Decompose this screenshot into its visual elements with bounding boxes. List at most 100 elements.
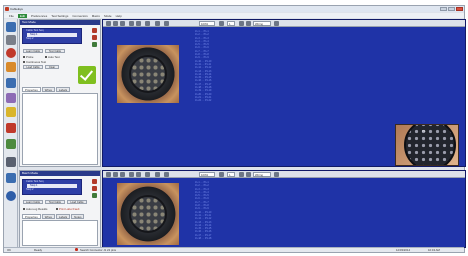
connector-icon[interactable] [6,48,16,58]
menu-test-settings[interactable]: Test Settings [51,14,68,18]
wire-entry: J1-18 .... P1-18 [195,237,212,241]
mode-select[interactable]: Wiring [253,172,271,177]
probe-icon[interactable] [6,93,16,103]
auto-test-option[interactable]: Auto Test [45,55,60,59]
erase-icon[interactable] [6,123,16,133]
font-icon[interactable] [136,21,141,26]
continuous-test-option[interactable]: Continuous Test [23,60,46,64]
tab-properties[interactable]: Properties [22,214,41,219]
option-label: Print Label Fault [59,207,80,211]
menu-help[interactable]: Help [116,14,122,18]
tab-wires[interactable]: Wires [41,87,55,92]
chevron-left-icon[interactable] [239,172,244,177]
tab-labels[interactable]: Labels [55,214,71,219]
load-cable-button[interactable]: Load Cable [67,200,87,204]
test-icon[interactable] [6,22,16,32]
add-step-icon[interactable] [92,179,97,184]
tab-wires[interactable]: Wires [41,214,55,219]
viewer-toolbar: 100% 1 Wiring [103,171,465,178]
fit-icon[interactable] [219,21,224,26]
wire-list: J1-1 .... P1-1 J1-2 .... P1-2 J1-3 .... … [195,181,211,240]
pass-check-icon [78,66,96,84]
sequence-item[interactable]: Step 2 [23,37,81,41]
mode-select[interactable]: Wiring [253,21,271,26]
flip-icon[interactable] [155,21,160,26]
chevron-left-icon[interactable] [239,21,244,26]
record-icon [75,248,78,251]
maximize-button[interactable] [448,7,455,11]
report-icon[interactable] [6,139,16,149]
add-step-icon[interactable] [92,28,97,33]
sequence-list[interactable]: Cable Test Seq Step 1 Step 2 [22,179,82,195]
chevron-right-icon[interactable] [246,21,251,26]
page-field[interactable]: 1 [227,172,235,177]
bottom-connector-viewer: 100% 1 Wiring J1-1 .... P1-1 J1-2 .... P… [102,170,466,248]
panel-header: Test Mode [20,20,100,25]
print-icon[interactable] [6,35,16,45]
properties-area [22,93,98,165]
menu-preferences[interactable]: Preferences [31,14,47,18]
pointer-icon[interactable] [106,172,111,177]
rotate-icon[interactable] [145,21,150,26]
text-icon[interactable] [129,21,134,26]
learn-cable-button[interactable]: Learn Cable [23,49,43,53]
learn-cable-button[interactable]: Learn Cable [23,200,43,204]
settings-small-icon[interactable] [274,21,279,26]
fit-icon[interactable] [219,172,224,177]
close-button[interactable] [456,7,463,11]
clear-button[interactable]: Clear [45,65,59,69]
edit-icon[interactable] [6,62,16,72]
test-cable-button[interactable]: Test Cable [45,200,65,204]
paint-icon[interactable] [6,107,16,117]
tab-labels[interactable]: Labels [55,87,71,92]
connector-photo [117,183,179,245]
arrow-icon[interactable] [6,173,16,183]
run-step-icon[interactable] [92,42,97,47]
test-cable-button[interactable]: Test Cable [45,49,65,53]
menu-bar: File Edit Preferences Test Settings Conn… [4,13,464,18]
page-field[interactable]: 1 [227,21,235,26]
tab-properties[interactable]: Properties [22,87,41,92]
tab-notes[interactable]: Notes [71,214,85,219]
minimize-button[interactable] [440,7,447,11]
load-cable-button[interactable]: Load Cable [23,65,43,69]
left-toolbar [4,19,18,250]
chevron-right-icon[interactable] [246,172,251,177]
run-step-icon[interactable] [92,193,97,198]
connector-disk [404,125,456,165]
app-window: CableEye File Edit Preferences Test Sett… [3,5,466,253]
zoom-out-icon[interactable] [120,172,125,177]
wizard-icon[interactable] [6,78,16,88]
font-icon[interactable] [136,172,141,177]
flip-icon[interactable] [155,172,160,177]
test-mode-panel: Test Mode Cable Test Seq Step 1 Step 2 L… [19,19,101,167]
mating-connector-thumbnail[interactable]: P1 [395,124,459,166]
sequence-item[interactable]: Step 2 [23,188,81,192]
settings-small-icon[interactable] [274,172,279,177]
zoom-in-icon[interactable] [113,21,118,26]
help-icon[interactable] [6,191,16,201]
pointer-icon[interactable] [106,21,111,26]
zoom-field[interactable]: 100% [199,21,215,26]
rotate-icon[interactable] [145,172,150,177]
print-label-option[interactable]: Print Label Fault [56,207,79,211]
top-connector-viewer: 100% 1 Wiring J1-1 .... P1-1 J1-2 .... P… [102,19,466,167]
auto-log-option[interactable]: Auto-Log Results [23,207,47,211]
sequence-list[interactable]: Cable Test Seq Step 1 Step 2 [22,28,82,44]
delete-step-icon[interactable] [92,186,97,191]
menu-file[interactable]: File [9,14,14,18]
settings-icon[interactable] [6,157,16,167]
zoom-in-icon[interactable] [113,172,118,177]
probe-option[interactable]: Probe [23,55,33,59]
delete-step-icon[interactable] [92,35,97,40]
menu-macro[interactable]: Macro [92,14,100,18]
zoom-field[interactable]: 100% [199,172,215,177]
zoom-out-icon[interactable] [120,21,125,26]
wire-entry: J1-22 .... P1-22 [195,99,212,103]
menu-edit[interactable]: Edit [17,13,28,18]
menu-connectors[interactable]: Connectors [72,14,87,18]
grid-icon[interactable] [164,21,169,26]
menu-mode[interactable]: Mode [104,14,112,18]
text-icon[interactable] [129,172,134,177]
grid-icon[interactable] [164,172,169,177]
